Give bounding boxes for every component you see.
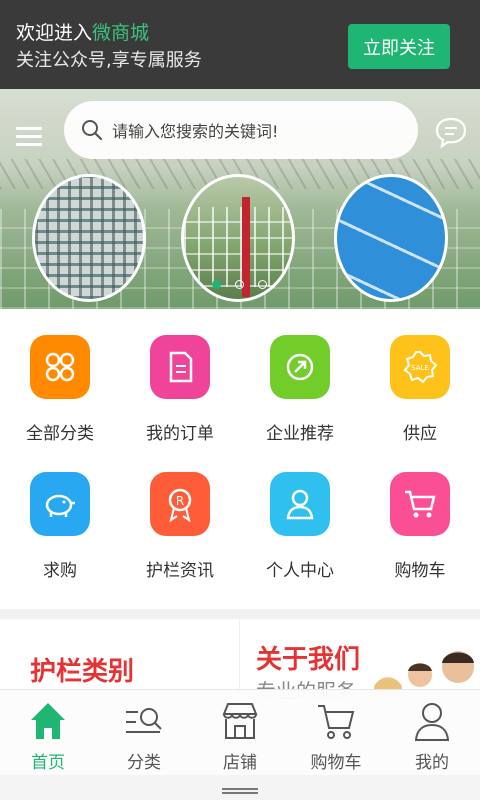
search-placeholder: 请输入您搜索的关键词!: [112, 122, 279, 141]
promo-section: 护栏类别 关于我们 专业的服务: [0, 619, 480, 699]
tab-label: 我的: [415, 753, 449, 773]
user-icon: [414, 703, 450, 741]
tab-label: 购物车: [310, 753, 362, 773]
store-icon: [222, 703, 258, 739]
tab-mine[interactable]: 我的: [384, 690, 480, 775]
tab-cart[interactable]: 购物车: [288, 690, 384, 775]
search-bar[interactable]: 请输入您搜索的关键词!: [64, 101, 418, 159]
category-all[interactable]: 全部分类: [0, 309, 120, 445]
carousel-dot[interactable]: [258, 280, 267, 289]
welcome-prefix: 欢迎进入: [16, 22, 93, 44]
product-image-wire-mesh[interactable]: [32, 174, 146, 302]
category-label: 护栏资讯: [146, 561, 214, 581]
category-purchase[interactable]: 求购: [0, 446, 120, 582]
drag-handle-icon[interactable]: [222, 788, 258, 794]
follow-subtitle: 关注公众号,享专属服务: [16, 50, 202, 71]
search-icon: [82, 120, 103, 141]
message-icon[interactable]: [434, 115, 468, 149]
category-grid: 全部分类 我的订单 企业推荐 SALE 供应 求购 R 护栏资讯 个人中心 购物…: [0, 309, 480, 609]
fence-category-title: 护栏类别: [30, 657, 135, 687]
section-divider: [0, 609, 480, 619]
category-label: 购物车: [394, 561, 446, 581]
tab-home[interactable]: 首页: [0, 690, 96, 775]
tab-label: 店铺: [223, 753, 257, 773]
about-us-title: 关于我们: [256, 645, 361, 675]
tab-category[interactable]: 分类: [96, 690, 192, 775]
follow-banner: 欢迎进入微商城 关注公众号,享专属服务 立即关注: [0, 0, 480, 89]
home-icon: [31, 703, 65, 739]
tab-label: 分类: [127, 753, 161, 773]
sale-badge-icon: SALE: [390, 335, 450, 399]
carousel-dot[interactable]: [235, 280, 244, 289]
category-recommend[interactable]: 企业推荐: [240, 309, 360, 445]
category-profile[interactable]: 个人中心: [240, 446, 360, 582]
document-icon: [150, 335, 210, 399]
cart-icon: [390, 472, 450, 536]
follow-button[interactable]: 立即关注: [348, 24, 450, 69]
tab-label: 首页: [31, 753, 65, 773]
share-icon: [270, 335, 330, 399]
bottom-tab-bar: 首页 分类 店铺 购物车 我的: [0, 689, 480, 775]
carousel-dots: [212, 280, 267, 289]
cart-icon: [318, 705, 355, 739]
user-icon: [270, 472, 330, 536]
category-label: 个人中心: [266, 561, 334, 581]
category-label: 求购: [43, 561, 77, 581]
category-news[interactable]: R 护栏资讯: [120, 446, 240, 582]
brand-name: 微商城: [92, 22, 150, 44]
carousel-dot[interactable]: [212, 280, 221, 289]
grid-icon: [30, 335, 90, 399]
award-icon: R: [150, 472, 210, 536]
category-supply[interactable]: SALE 供应: [360, 309, 480, 445]
piggy-bank-icon: [30, 472, 90, 536]
svg-text:R: R: [176, 494, 184, 508]
category-orders[interactable]: 我的订单: [120, 309, 240, 445]
welcome-text: 欢迎进入微商城: [16, 18, 149, 45]
category-label: 我的订单: [146, 424, 214, 444]
tab-store[interactable]: 店铺: [192, 690, 288, 775]
category-label: 企业推荐: [266, 424, 334, 444]
category-label: 全部分类: [26, 424, 94, 444]
fence-category-card[interactable]: 护栏类别: [0, 619, 240, 699]
product-image-razor-wire[interactable]: [334, 174, 448, 302]
category-label: 供应: [403, 424, 437, 444]
search-list-icon: [126, 708, 162, 733]
category-cart[interactable]: 购物车: [360, 446, 480, 582]
hero-banner[interactable]: 请输入您搜索的关键词!: [0, 89, 480, 309]
svg-text:SALE: SALE: [411, 364, 429, 372]
menu-icon[interactable]: [16, 127, 42, 147]
